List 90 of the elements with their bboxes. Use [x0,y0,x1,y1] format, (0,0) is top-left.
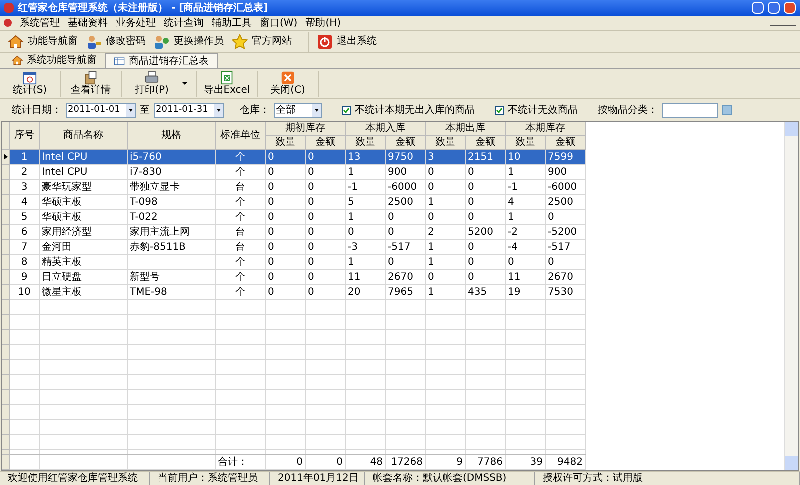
column-header: 数量 [346,136,386,150]
column-group-header: 本期入库 [346,122,426,136]
table-row[interactable]: 7 金河田 赤豹-8511B 台 0 0 -3 -517 1 0 -4 -517 [2,240,586,255]
field-label: 至 [140,104,150,118]
sheet-icon [114,56,125,66]
window-title: 红管家仓库管理系统（未注册版） - [商品进销存汇总表] [18,1,268,16]
table-row[interactable]: 8 精英主板 个 0 0 1 0 1 0 0 0 [2,255,586,270]
table-cell: 39 [506,455,546,470]
close-button[interactable] [784,2,796,14]
toolbar-button[interactable]: 官方网站 [228,32,296,52]
menu-item[interactable]: 业务处理 [116,16,156,30]
column-header: 金额 [306,136,346,150]
column-header: 规格 [128,122,216,150]
tab[interactable]: 系统功能导航窗 [4,53,105,68]
column-header: 数量 [266,136,306,150]
user-key-icon [86,34,102,50]
dropdown-arrow-icon[interactable] [182,82,188,85]
table-cell: 0 [266,455,306,470]
minimize-button[interactable] [752,2,764,14]
checkbox[interactable] [495,106,504,114]
menu-item[interactable]: 统计查询 [164,16,204,30]
table-row[interactable]: 1 Intel CPU i5-760 个 0 0 13 9750 3 2151 10 7599 [2,150,586,165]
table-row[interactable]: 4 华硕主板 T-098 个 0 0 5 2500 1 0 4 2500 [2,195,586,210]
menu-item[interactable]: 基础资料 [68,16,108,30]
toolbar-button[interactable]: 修改密码 [82,32,150,52]
column-group-header: 本期库存 [506,122,586,136]
date-dropdown[interactable]: 2011-01-01 [66,102,136,118]
power-icon [317,34,333,50]
document-icon [84,70,98,84]
toolbar-button[interactable]: 统计(S) [4,70,56,98]
table-row[interactable]: 2 Intel CPU i7-830 个 0 0 1 900 0 0 1 900 [2,165,586,180]
column-header: 序号 [10,122,40,150]
column-header: 标准单位 [216,122,266,150]
table-cell: 9482 [546,455,586,470]
table-cell: 9 [426,455,466,470]
close-icon [281,70,295,84]
toolbar-button[interactable]: 查看详情 [65,70,117,98]
toolbar-button[interactable]: 更换操作员 [150,32,228,52]
vertical-scrollbar[interactable] [784,122,798,470]
status-text: 当前用户：系统管理员 [158,472,258,485]
field-label: 按物品分类： [598,104,658,118]
menu-item[interactable]: 辅助工具 [212,16,252,30]
calendar-icon [23,70,37,84]
toolbar-button[interactable]: 退出系统 [308,32,381,52]
table-cell: 合计： [216,455,266,470]
column-header: 金额 [546,136,586,150]
category-field[interactable] [662,102,718,118]
field-label: 仓库： [240,104,270,118]
column-header: 数量 [506,136,546,150]
maximize-button[interactable] [768,2,780,14]
toolbar-button[interactable]: 打印(P) [126,70,178,98]
column-header: 商品名称 [40,122,128,150]
warehouse-dropdown[interactable]: 全部 [274,102,322,118]
house-icon [12,55,23,66]
table-row[interactable]: 5 华硕主板 T-022 个 0 0 1 0 0 0 1 0 [2,210,586,225]
table-cell: 0 [306,455,346,470]
tab[interactable]: 商品进销存汇总表 [105,53,218,68]
field-label: 统计日期： [12,104,62,118]
table-cell: 7786 [466,455,506,470]
menu-item[interactable]: 窗口(W) [260,16,298,30]
users-icon [154,34,170,50]
checkbox-label: 不统计本期无出入库的商品 [355,104,475,118]
status-text: 帐套名称：默认帐套(DMSSB) [373,472,507,485]
status-text: 授权许可方式：试用版 [543,472,643,485]
table-row[interactable]: 6 家用经济型 家用主流上网 台 0 0 0 0 2 5200 -2 -5200 [2,225,586,240]
toolbar-button[interactable]: 功能导航窗 [4,32,82,52]
printer-icon [145,70,159,84]
table-row[interactable]: 10 微星主板 TME-98 个 0 0 20 7965 1 435 19 7530 [2,285,586,300]
column-group-header: 期初库存 [266,122,346,136]
date-dropdown[interactable]: 2011-01-31 [154,102,224,118]
table-row[interactable]: 3 豪华玩家型 带独立显卡 台 0 0 -1 -6000 0 0 -1 -6000 [2,180,586,195]
table-row[interactable]: 9 日立硬盘 新型号 个 0 0 11 2670 0 0 11 2670 [2,270,586,285]
column-header: 金额 [386,136,426,150]
toolbar-button[interactable]: 关闭(C) [262,70,314,98]
house-icon [8,34,24,50]
menu-item[interactable]: 系统管理 [20,16,60,30]
table-cell: 48 [346,455,386,470]
toolbar-button[interactable]: 导出Excel [201,70,253,98]
spreadsheet-icon [220,70,234,84]
table-cell: 17268 [386,455,426,470]
checkbox-label: 不统计无效商品 [508,104,578,118]
status-text: 2011年01月12日 [278,472,359,485]
column-header: 金额 [466,136,506,150]
column-group-header: 本期出库 [426,122,506,136]
menu-item[interactable]: 帮助(H) [306,16,342,30]
status-text: 欢迎使用红管家仓库管理系统 [8,472,138,485]
column-header: 数量 [426,136,466,150]
row-pointer-icon [4,154,8,160]
checkbox[interactable] [342,106,351,114]
star-icon [232,34,248,50]
